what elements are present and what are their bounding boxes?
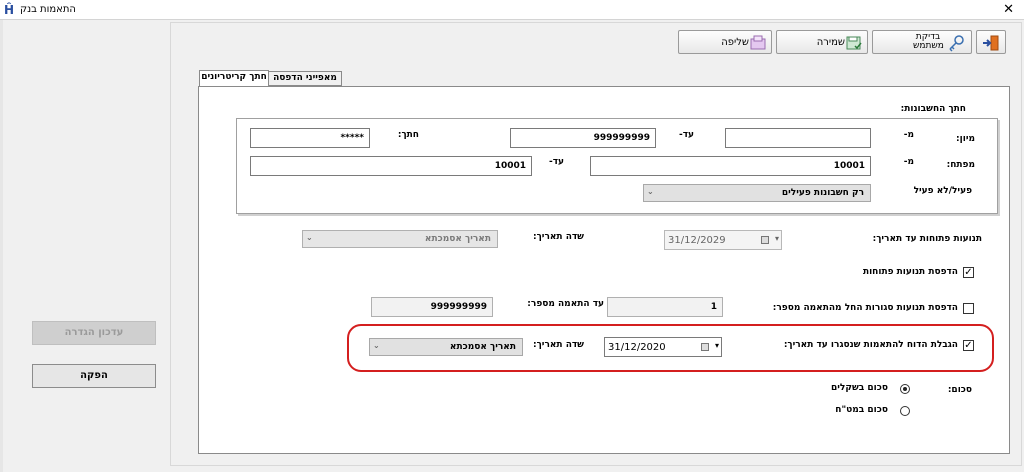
section-input[interactable]: ***** [250,128,370,148]
open-moves-date-field-label: שדה תאריך: [533,232,584,242]
accounts-section-title: חתך החשבונות: [900,104,966,114]
key-icon [949,35,964,52]
print-closed-label: הדפסת תנועות סגורות החל מהתאמה מספר: [772,303,958,313]
title-bar: Ĥ התאמות בנק ✕ [0,0,1024,20]
print-closed-to-label: עד התאמה מספר: [527,299,604,309]
open-moves-date-picker: 31/12/2029 ▾ [664,230,782,250]
print-open-checkbox[interactable]: ✓ [963,267,974,278]
key-to-input[interactable]: 10001 [250,156,532,176]
save-button-label: שמירה [816,37,845,48]
print-closed-to-input: 999999999 [371,297,493,317]
close-button[interactable]: ✕ [1003,2,1014,18]
key-to-label: עד- [548,157,564,167]
print-closed-from-input: 1 [607,297,723,317]
key-from-label: מ- [903,157,914,167]
highlight-annotation [347,324,994,372]
open-moves-label: תנועות פתוחות עד תאריך: [872,234,982,244]
open-moves-date: 31/12/2029 [668,235,726,246]
exit-door-icon [983,35,999,51]
sort-from-input[interactable] [725,128,871,148]
key-from-input[interactable]: 10001 [590,156,871,176]
section-label: חתך: [397,130,419,140]
chevron-down-icon: ⌄ [306,233,313,242]
retrieve-button-label: שליפה [721,37,749,48]
save-button[interactable]: שמירה [776,30,868,54]
tab-criteria[interactable]: חתך קריטריונים [199,70,269,87]
active-status-select[interactable]: רק חשבונות פעילים ⌄ [643,184,871,202]
open-moves-date-field-value: תאריך אסמכתא [424,234,491,244]
sort-to-input[interactable]: 999999999 [510,128,656,148]
update-definition-button: עדכון הגדרה [32,321,156,345]
app-logo-icon: Ĥ [4,3,15,17]
tab-print-properties[interactable]: מאפייני הדפסה [268,71,342,86]
open-moves-date-field-select: תאריך אסמכתא ⌄ [302,230,498,248]
sum-shekels-radio[interactable] [900,384,910,394]
save-icon [846,36,862,50]
left-edge [0,20,3,472]
window-title: התאמות בנק [20,4,76,15]
active-status-value: רק חשבונות פעילים [781,188,864,198]
print-closed-checkbox[interactable] [963,303,974,314]
sum-label: סכום: [947,385,972,395]
chevron-down-icon: ▾ [774,234,779,243]
sort-to-label: עד- [678,130,694,140]
calendar-icon [761,236,769,244]
check-user-button[interactable]: בדיקת משתמש [872,30,972,54]
exit-button[interactable] [976,30,1006,54]
active-status-label: פעיל/לא פעיל [913,186,972,196]
check-user-label: בדיקת משתמש [913,32,944,51]
sum-shekels-label: סכום בשקלים [830,383,888,393]
chevron-down-icon: ⌄ [647,187,654,196]
sum-foreign-radio[interactable] [900,406,910,416]
sort-from-label: מ- [903,130,914,140]
sum-foreign-label: סכום במט"ח [835,405,888,415]
print-open-label: הדפסת תנועות פתוחות [862,267,958,277]
produce-button[interactable]: הפקה [32,364,156,388]
key-label: מפתח: [946,160,975,170]
retrieve-icon [750,35,766,50]
retrieve-button[interactable]: שליפה [678,30,772,54]
sort-label: מיון: [956,134,975,144]
